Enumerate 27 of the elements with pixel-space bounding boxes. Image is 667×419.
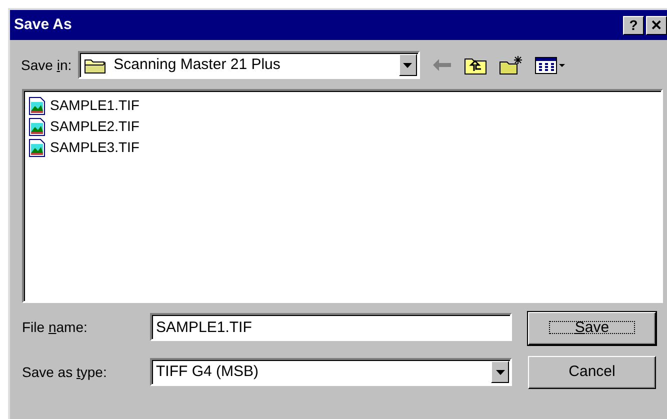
window-title: Save As <box>14 14 73 35</box>
dropdown-arrow-icon <box>403 62 412 68</box>
dropdown-button[interactable] <box>491 361 509 383</box>
folder-name: Scanning Master 21 Plus <box>114 54 280 75</box>
file-name[interactable]: SAMPLE2.TIF <box>50 116 140 137</box>
file-name[interactable]: SAMPLE1.TIF <box>50 95 140 116</box>
image-file-icon <box>29 96 46 114</box>
save-as-type-label: Save as type: <box>22 362 108 382</box>
file-name-field[interactable]: SAMPLE1.TIF <box>150 313 512 341</box>
dropdown-arrow-icon <box>496 370 504 374</box>
file-type-value: TIFF G4 (MSB) <box>156 362 258 382</box>
image-file-icon <box>29 138 46 156</box>
file-name-label: File name: <box>22 318 88 336</box>
save-in-label: Save in: <box>21 56 72 74</box>
folder-icon <box>84 56 106 74</box>
new-folder-icon[interactable] <box>498 55 523 75</box>
file-name[interactable]: SAMPLE3.TIF <box>50 137 140 158</box>
image-file-icon <box>29 118 46 136</box>
dropdown-button[interactable] <box>398 54 417 76</box>
close-button[interactable]: ✕ <box>646 16 667 34</box>
view-menu-icon[interactable] <box>534 56 565 74</box>
save-in-dropdown[interactable]: Scanning Master 21 Plus <box>78 51 420 79</box>
cancel-button[interactable]: Cancel <box>528 356 656 389</box>
save-button[interactable]: Save <box>528 312 656 345</box>
help-button[interactable]: ? <box>623 16 644 34</box>
up-folder-icon[interactable] <box>464 56 487 74</box>
save-as-type-dropdown[interactable]: TIFF G4 (MSB) <box>150 358 512 386</box>
